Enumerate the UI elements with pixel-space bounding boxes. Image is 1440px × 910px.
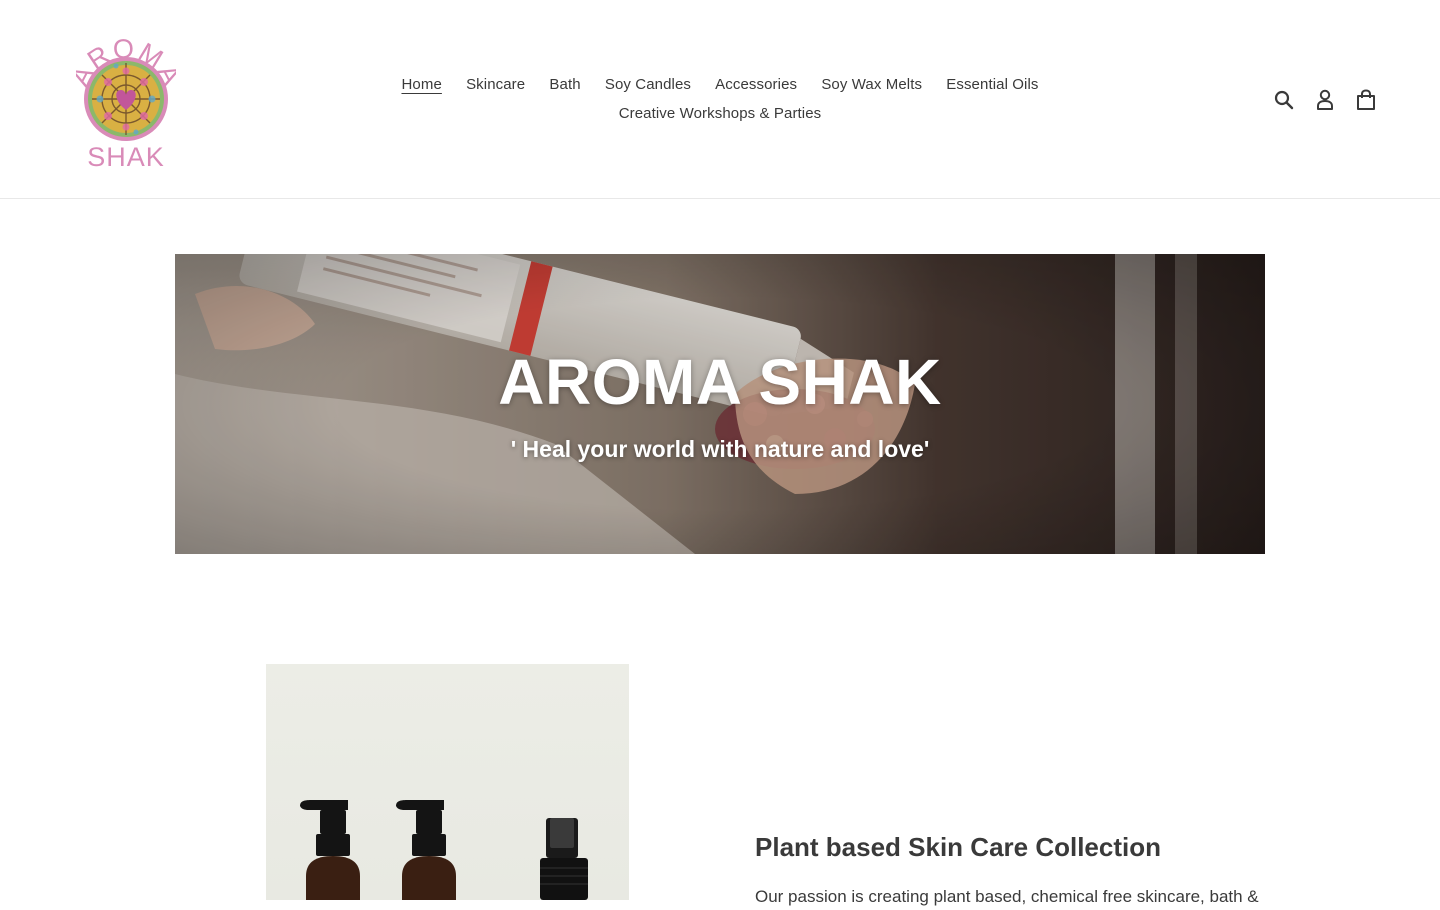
nav-item-skincare[interactable]: Skincare bbox=[466, 76, 525, 93]
cart-icon bbox=[1357, 89, 1375, 110]
main-navigation: Home Skincare Bath Soy Candles Accessori… bbox=[380, 70, 1060, 128]
feature-title: Plant based Skin Care Collection bbox=[755, 832, 1161, 862]
site-logo[interactable]: AROMA bbox=[76, 26, 176, 172]
skincare-product-image bbox=[266, 664, 629, 900]
feature-text-block: Plant based Skin Care Collection Our pas… bbox=[755, 826, 1275, 910]
skincare-bottles-illustration bbox=[300, 800, 588, 900]
nav-item-creative-workshops[interactable]: Creative Workshops & Parties bbox=[619, 105, 822, 122]
header-icons bbox=[1257, 86, 1380, 114]
nav-item-home[interactable]: Home bbox=[401, 76, 441, 93]
nav-item-essential-oils[interactable]: Essential Oils bbox=[946, 76, 1038, 93]
search-icon bbox=[1274, 90, 1294, 110]
hero-title: AROMA SHAK bbox=[498, 346, 942, 418]
nav-item-accessories[interactable]: Accessories bbox=[715, 76, 797, 93]
nav-item-bath[interactable]: Bath bbox=[549, 76, 580, 93]
hero-banner: AROMA SHAK ' Heal your world with nature… bbox=[175, 254, 1265, 554]
nav-item-soy-wax-melts[interactable]: Soy Wax Melts bbox=[821, 76, 922, 93]
cart-button[interactable] bbox=[1352, 86, 1380, 114]
account-icon bbox=[1317, 89, 1333, 110]
site-header: AROMA bbox=[0, 0, 1440, 199]
nav-list: Home Skincare Bath Soy Candles Accessori… bbox=[380, 70, 1060, 128]
nav-item-soy-candles[interactable]: Soy Candles bbox=[605, 76, 691, 93]
hero-content: AROMA SHAK ' Heal your world with nature… bbox=[175, 340, 1265, 464]
svg-text:SHAK: SHAK bbox=[87, 142, 165, 172]
account-button[interactable] bbox=[1311, 86, 1339, 114]
hero-subtitle: ' Heal your world with nature and love' bbox=[510, 436, 930, 462]
search-button[interactable] bbox=[1270, 86, 1298, 114]
aroma-shak-logo: AROMA bbox=[76, 34, 176, 172]
feature-body: Our passion is creating plant based, che… bbox=[755, 887, 1259, 906]
